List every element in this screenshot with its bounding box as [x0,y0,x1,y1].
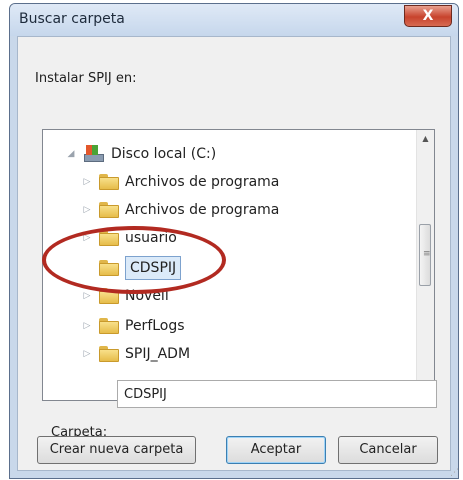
expand-icon[interactable]: ▷ [81,349,93,359]
tree-item-root[interactable]: ◢ Disco local (C:) [65,140,216,168]
title-bar[interactable]: Buscar carpeta X [10,4,458,36]
tree-item-perflogs[interactable]: ▷ PerfLogs [81,312,185,340]
new-folder-button[interactable]: Crear nueva carpeta [37,436,196,464]
tree-item-spij-adm[interactable]: ▷ SPIJ_ADM [81,340,190,368]
tree-item-label: PerfLogs [125,318,185,334]
folder-icon [99,174,119,190]
close-button[interactable]: X [404,5,452,27]
grip-icon: ≡ [423,249,431,259]
tree-item-archivos-de-programa[interactable]: ▷ Archivos de programa [81,168,279,196]
instruction-text: Instalar SPIJ en: [35,71,137,86]
drive-icon [83,145,105,163]
tree-item-label: Disco local (C:) [111,146,217,162]
folder-icon [99,202,119,218]
tree-item-label: Archivos de programa [125,202,280,218]
tree-item-label: SPIJ_ADM [125,346,191,362]
vertical-scrollbar[interactable]: ▲ ≡ ▼ [416,130,434,400]
expand-icon[interactable]: ▷ [81,321,93,331]
tree-item-archivos-de-programa-x86[interactable]: ▷ Archivos de programa [81,196,279,224]
tree-item-label: Archivos de programa [125,174,280,190]
folder-icon [99,318,119,334]
ok-button[interactable]: Aceptar [226,436,326,464]
expand-icon[interactable]: ▷ [81,291,93,301]
resize-grip-icon[interactable]: ⋰ [450,468,459,478]
expand-icon[interactable]: ◢ [65,149,77,159]
cancel-button[interactable]: Cancelar [338,436,438,464]
highlight-annotation-ellipse [42,226,226,294]
folder-field[interactable]: CDSPIJ [117,380,437,408]
expand-icon[interactable]: ▷ [81,205,93,215]
expand-icon[interactable]: ▷ [81,177,93,187]
window-title: Buscar carpeta [19,11,125,27]
scroll-thumb[interactable]: ≡ [419,224,431,286]
scroll-up-icon[interactable]: ▲ [417,130,434,147]
folder-icon [99,346,119,362]
